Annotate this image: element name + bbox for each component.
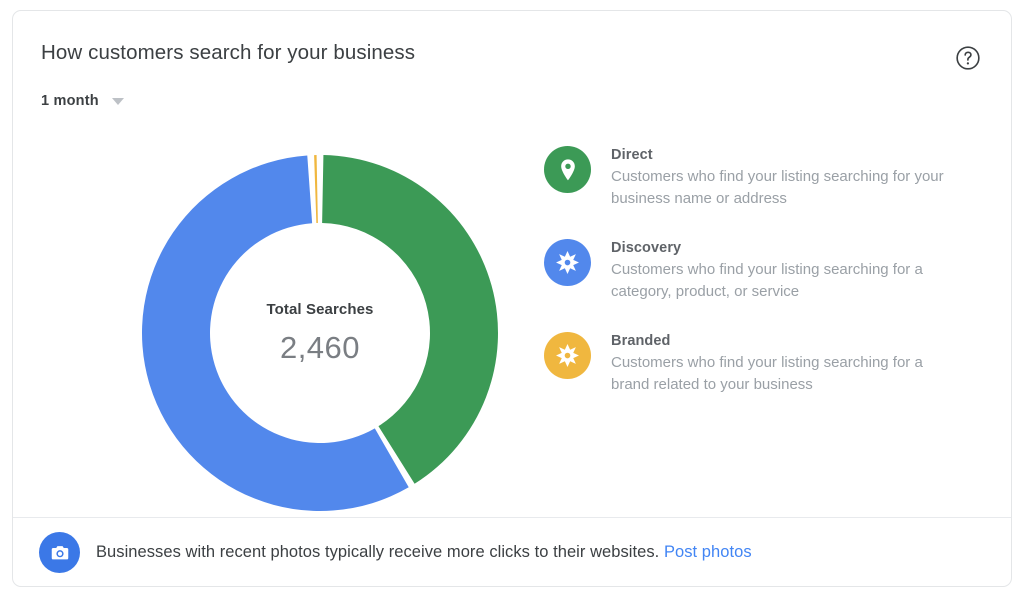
compass-star-icon: [556, 344, 579, 367]
legend-description: Customers who find your listing searchin…: [611, 354, 923, 393]
legend-description: Customers who find your listing searchin…: [611, 261, 923, 300]
discovery-text: Discovery Customers who find your listin…: [611, 237, 951, 303]
footer-divider: [13, 517, 1011, 518]
post-photos-link[interactable]: Post photos: [664, 543, 752, 561]
branded-text: Branded Customers who find your listing …: [611, 330, 951, 396]
map-pin-icon: [560, 158, 575, 180]
compass-star-icon: [556, 251, 579, 274]
banner-text: Businesses with recent photos typically …: [96, 543, 752, 562]
legend-title: Direct: [611, 147, 653, 163]
legend-item-discovery[interactable]: Discovery Customers who find your listin…: [544, 237, 974, 303]
donut-svg: [142, 155, 498, 511]
direct-text: Direct Customers who find your listing s…: [611, 144, 951, 210]
legend: Direct Customers who find your listing s…: [544, 144, 974, 423]
date-range-dropdown[interactable]: 1 month: [41, 89, 124, 113]
legend-title: Discovery: [611, 240, 682, 256]
camera-icon[interactable]: [39, 532, 80, 573]
direct-badge: [544, 146, 591, 193]
discovery-badge: [544, 239, 591, 286]
donut-slice-direct[interactable]: [322, 155, 498, 484]
legend-item-branded[interactable]: Branded Customers who find your listing …: [544, 330, 974, 396]
search-breakdown-donut-chart: Total Searches 2,460: [120, 143, 520, 523]
legend-description: Customers who find your listing searchin…: [611, 168, 944, 207]
page-title: How customers search for your business: [41, 41, 416, 64]
branded-badge: [544, 332, 591, 379]
banner-message: Businesses with recent photos typically …: [96, 543, 660, 561]
legend-item-direct[interactable]: Direct Customers who find your listing s…: [544, 144, 974, 210]
chevron-down-icon: [111, 97, 124, 105]
post-photos-banner: Businesses with recent photos typically …: [39, 532, 752, 573]
donut-slice-branded[interactable]: [314, 155, 318, 224]
insights-card: How customers search for your business 1…: [12, 10, 1012, 587]
legend-title: Branded: [611, 333, 671, 349]
help-icon[interactable]: [953, 43, 983, 73]
date-range-label: 1 month: [41, 93, 99, 109]
